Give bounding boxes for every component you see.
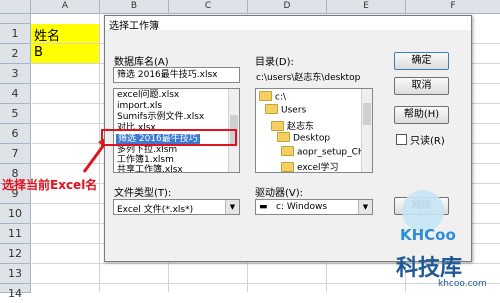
selection-highlight-frame <box>101 129 237 146</box>
tree-scrollbar[interactable] <box>361 89 372 172</box>
directory-label: 目录(D): <box>255 57 294 68</box>
drive-label: 驱动器(V): <box>255 188 304 199</box>
dialog-title: 选择工作簿 <box>109 21 159 32</box>
drive-icon: ▬ <box>259 202 268 212</box>
tree-item[interactable]: c:\ <box>259 91 286 103</box>
list-item[interactable]: 共享工作簿.xlsx <box>117 165 183 172</box>
folder-icon <box>281 146 294 156</box>
directory-tree[interactable]: c:\ Users 赵志东 Desktop aopr_setup_CH exce… <box>255 88 373 173</box>
tree-item[interactable]: aopr_setup_CH <box>281 146 365 158</box>
library-name-field[interactable]: 筛选 2016最牛技巧.xlsx <box>113 67 240 83</box>
row-header-2[interactable]: 2 <box>0 44 31 64</box>
column-header-c[interactable]: C <box>169 0 248 14</box>
row-header-1[interactable]: 1 <box>0 24 31 44</box>
filetype-label: 文件类型(T): <box>114 188 172 199</box>
library-label: 数据库名(A) <box>114 57 169 68</box>
column-header-b[interactable]: B <box>100 0 169 14</box>
annotation-text: 选择当前Excel名 <box>2 178 98 192</box>
filetype-select[interactable]: Excel 文件(*.xls*) ▼ <box>113 199 240 215</box>
folder-open-icon <box>271 120 284 131</box>
folder-icon <box>281 161 294 172</box>
row-header-11[interactable]: 11 <box>0 224 31 244</box>
chevron-down-icon[interactable]: ▼ <box>358 200 372 214</box>
row-header-5[interactable]: 5 <box>0 104 31 124</box>
column-header-a[interactable]: A <box>31 0 100 14</box>
row-header-7[interactable]: 7 <box>0 144 31 164</box>
cell-a1[interactable]: 姓名 <box>31 24 99 44</box>
drive-select[interactable]: ▬ c: Windows ▼ <box>255 199 373 215</box>
cell-a1-text: 姓名 <box>34 29 61 44</box>
chevron-down-icon[interactable]: ▼ <box>225 200 239 214</box>
filetype-value: Excel 文件(*.xls*) <box>117 205 194 215</box>
readonly-label: 只读(R) <box>410 136 445 147</box>
cell-a2[interactable]: B <box>31 44 99 63</box>
watermark-url: khcoo.com <box>438 279 487 289</box>
cell-a2-text: B <box>34 45 43 60</box>
ok-button[interactable]: 确定 <box>394 52 449 70</box>
watermark-logo-text: KHCoo <box>400 226 456 244</box>
tree-item[interactable]: Desktop <box>277 132 330 144</box>
column-header-e[interactable]: E <box>327 0 406 14</box>
drive-value: c: Windows <box>276 202 328 212</box>
tree-item[interactable]: 赵志东 <box>271 119 314 132</box>
list-item[interactable]: excel问题.xlsx <box>117 90 179 101</box>
folder-open-icon <box>259 91 272 101</box>
row-header-13[interactable]: 13 <box>0 264 31 284</box>
help-button[interactable]: 帮助(H) <box>394 106 449 124</box>
select-all-corner[interactable] <box>0 0 31 14</box>
row-header-4[interactable]: 4 <box>0 84 31 104</box>
tree-item[interactable]: Users <box>265 104 306 116</box>
row-header-6[interactable]: 6 <box>0 124 31 144</box>
row-header-3[interactable]: 3 <box>0 64 31 84</box>
list-item[interactable]: Sumifs示例文件.xlsx <box>117 112 204 123</box>
folder-open-icon <box>265 104 278 114</box>
cancel-button[interactable]: 取消 <box>394 77 449 95</box>
directory-path: c:\users\赵志东\desktop <box>256 73 361 83</box>
grid-line <box>30 283 500 284</box>
column-header-f[interactable]: F <box>406 0 500 14</box>
row-header-12[interactable]: 12 <box>0 244 31 264</box>
scrollbar-thumb[interactable] <box>363 103 371 125</box>
readonly-checkbox[interactable] <box>396 134 407 145</box>
tree-item[interactable]: excel学习 <box>281 160 339 172</box>
watermark-name: 科技库 <box>396 256 463 281</box>
folder-open-icon <box>277 132 290 142</box>
row-header-10[interactable]: 10 <box>0 204 31 224</box>
dialog-titlebar[interactable]: 选择工作簿 <box>105 16 471 32</box>
row-header-top <box>0 14 31 24</box>
list-item[interactable]: import.xls <box>117 101 162 112</box>
column-header-d[interactable]: D <box>248 0 327 14</box>
